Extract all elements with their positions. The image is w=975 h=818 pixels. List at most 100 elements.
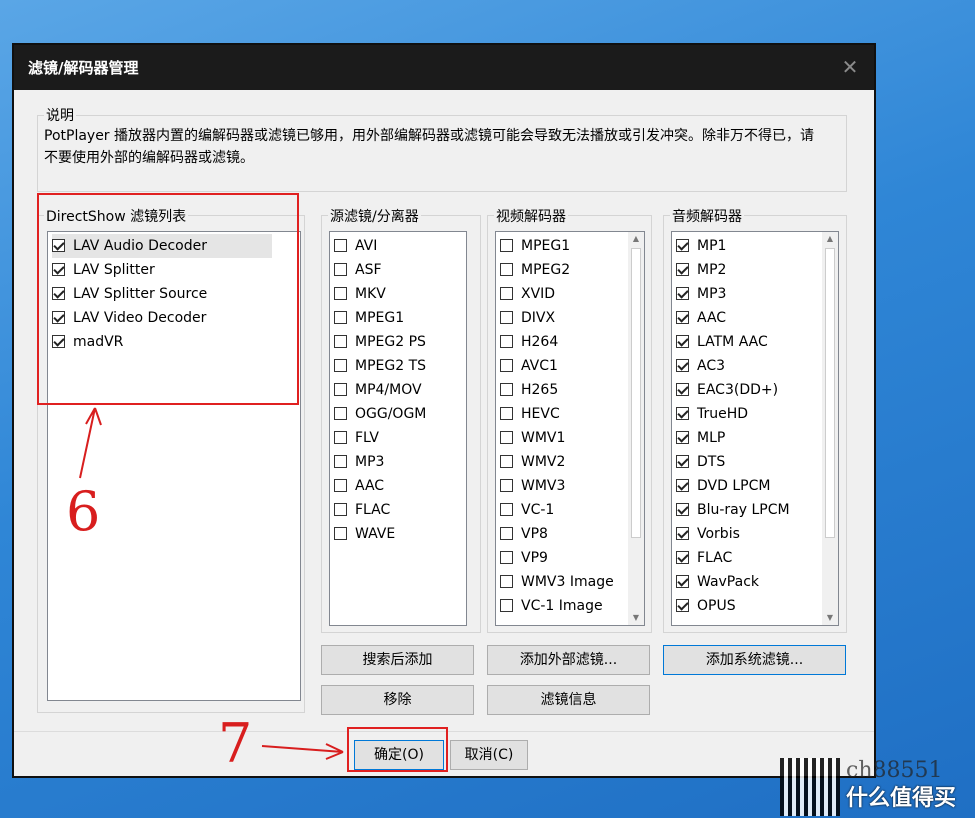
list-item[interactable]: H265 bbox=[500, 378, 558, 402]
list-item[interactable]: EAC3(DD+) bbox=[676, 378, 778, 402]
list-item[interactable]: Vorbis bbox=[676, 522, 740, 546]
vertical-scrollbar[interactable]: ▲ ▼ bbox=[628, 232, 644, 625]
checkbox[interactable] bbox=[676, 431, 689, 444]
checkbox[interactable] bbox=[500, 263, 513, 276]
list-item[interactable]: AVI bbox=[334, 234, 377, 258]
source-filters-list[interactable]: AVI ASF MKV MPEG1 MPEG2 PS MPEG2 TS MP4/MOV OGG… bbox=[329, 231, 467, 626]
list-item[interactable]: MPEG1 bbox=[500, 234, 570, 258]
list-item[interactable]: Blu-ray LPCM bbox=[676, 498, 790, 522]
list-item[interactable]: MP4/MOV bbox=[334, 378, 422, 402]
checkbox[interactable] bbox=[500, 407, 513, 420]
list-item[interactable]: VC-1 Image bbox=[500, 594, 603, 618]
checkbox[interactable] bbox=[500, 311, 513, 324]
list-item[interactable]: MP3 bbox=[676, 282, 726, 306]
checkbox[interactable] bbox=[500, 503, 513, 516]
checkbox[interactable] bbox=[500, 431, 513, 444]
checkbox[interactable] bbox=[676, 263, 689, 276]
checkbox[interactable] bbox=[676, 311, 689, 324]
list-item[interactable]: AAC bbox=[676, 306, 726, 330]
checkbox[interactable] bbox=[500, 455, 513, 468]
checkbox[interactable] bbox=[334, 503, 347, 516]
list-item[interactable]: WMV1 bbox=[500, 426, 565, 450]
list-item[interactable]: WavPack bbox=[676, 570, 759, 594]
list-item[interactable]: DVD LPCM bbox=[676, 474, 770, 498]
filter-info-button[interactable]: 滤镜信息 bbox=[487, 685, 650, 715]
add-system-filter-button[interactable]: 添加系统滤镜... bbox=[663, 645, 846, 675]
list-item[interactable]: MPEG2 PS bbox=[334, 330, 426, 354]
list-item[interactable]: ASF bbox=[334, 258, 382, 282]
list-item[interactable]: FLV bbox=[334, 426, 379, 450]
checkbox[interactable] bbox=[334, 287, 347, 300]
list-item[interactable]: MKV bbox=[334, 282, 386, 306]
list-item[interactable]: WMV3 bbox=[500, 474, 565, 498]
list-item[interactable]: AVC1 bbox=[500, 354, 558, 378]
list-item[interactable]: MPEG2 bbox=[500, 258, 570, 282]
list-item[interactable]: AAC bbox=[334, 474, 384, 498]
checkbox[interactable] bbox=[500, 575, 513, 588]
checkbox[interactable] bbox=[334, 527, 347, 540]
checkbox[interactable] bbox=[334, 359, 347, 372]
checkbox[interactable] bbox=[334, 335, 347, 348]
list-item[interactable]: VP9 bbox=[500, 546, 548, 570]
checkbox[interactable] bbox=[676, 455, 689, 468]
list-item[interactable]: H264 bbox=[500, 330, 558, 354]
list-item[interactable]: OPUS bbox=[676, 594, 736, 618]
list-item[interactable]: DIVX bbox=[500, 306, 555, 330]
list-item[interactable]: AC3 bbox=[676, 354, 725, 378]
checkbox[interactable] bbox=[500, 479, 513, 492]
list-item[interactable]: WAVE bbox=[334, 522, 395, 546]
checkbox[interactable] bbox=[676, 335, 689, 348]
checkbox[interactable] bbox=[334, 479, 347, 492]
checkbox[interactable] bbox=[676, 527, 689, 540]
cancel-button[interactable]: 取消(C) bbox=[450, 740, 528, 770]
checkbox[interactable] bbox=[500, 599, 513, 612]
list-item[interactable]: WMV3 Image bbox=[500, 570, 614, 594]
checkbox[interactable] bbox=[334, 407, 347, 420]
checkbox[interactable] bbox=[500, 287, 513, 300]
checkbox[interactable] bbox=[676, 359, 689, 372]
remove-button[interactable]: 移除 bbox=[321, 685, 474, 715]
list-item[interactable]: TrueHD bbox=[676, 402, 748, 426]
checkbox[interactable] bbox=[676, 407, 689, 420]
list-item[interactable]: MPEG1 bbox=[334, 306, 404, 330]
list-item[interactable]: FLAC bbox=[676, 546, 732, 570]
add-external-filter-button[interactable]: 添加外部滤镜... bbox=[487, 645, 650, 675]
list-item[interactable]: MP3 bbox=[334, 450, 384, 474]
list-item[interactable]: HEVC bbox=[500, 402, 560, 426]
checkbox[interactable] bbox=[500, 551, 513, 564]
search-add-button[interactable]: 搜索后添加 bbox=[321, 645, 474, 675]
list-item[interactable]: MP1 bbox=[676, 234, 726, 258]
checkbox[interactable] bbox=[334, 455, 347, 468]
list-item[interactable]: VC-1 bbox=[500, 498, 554, 522]
vertical-scrollbar[interactable]: ▲ ▼ bbox=[822, 232, 838, 625]
list-item[interactable]: LATM AAC bbox=[676, 330, 768, 354]
audio-decoders-list[interactable]: MP1 MP2 MP3 AAC LATM AAC AC3 EAC3(DD+) TrueHD ML… bbox=[671, 231, 839, 626]
checkbox[interactable] bbox=[334, 263, 347, 276]
list-item[interactable]: VP8 bbox=[500, 522, 548, 546]
checkbox[interactable] bbox=[334, 383, 347, 396]
list-item[interactable]: MLP bbox=[676, 426, 725, 450]
checkbox[interactable] bbox=[676, 383, 689, 396]
checkbox[interactable] bbox=[676, 575, 689, 588]
checkbox[interactable] bbox=[500, 359, 513, 372]
list-item[interactable]: MPEG2 TS bbox=[334, 354, 426, 378]
list-item[interactable]: MP2 bbox=[676, 258, 726, 282]
scroll-thumb[interactable] bbox=[631, 248, 641, 538]
checkbox[interactable] bbox=[676, 503, 689, 516]
scroll-down-icon[interactable]: ▼ bbox=[822, 611, 838, 625]
checkbox[interactable] bbox=[676, 479, 689, 492]
checkbox[interactable] bbox=[334, 431, 347, 444]
checkbox[interactable] bbox=[676, 287, 689, 300]
scroll-down-icon[interactable]: ▼ bbox=[628, 611, 644, 625]
checkbox[interactable] bbox=[500, 335, 513, 348]
list-item[interactable]: DTS bbox=[676, 450, 725, 474]
scroll-thumb[interactable] bbox=[825, 248, 835, 538]
list-item[interactable]: WMV2 bbox=[500, 450, 565, 474]
checkbox[interactable] bbox=[676, 551, 689, 564]
list-item[interactable]: OGG/OGM bbox=[334, 402, 426, 426]
checkbox[interactable] bbox=[500, 239, 513, 252]
scroll-up-icon[interactable]: ▲ bbox=[822, 232, 838, 246]
checkbox[interactable] bbox=[334, 239, 347, 252]
scroll-up-icon[interactable]: ▲ bbox=[628, 232, 644, 246]
checkbox[interactable] bbox=[500, 527, 513, 540]
